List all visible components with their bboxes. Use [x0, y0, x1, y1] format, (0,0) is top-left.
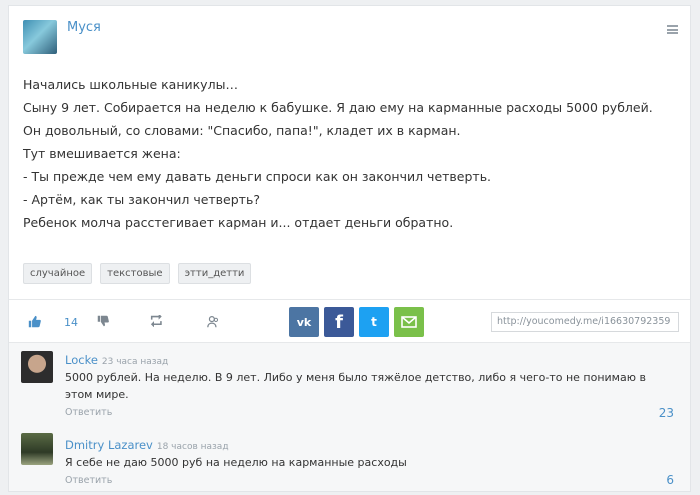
tag[interactable]: текстовые — [100, 263, 170, 284]
comment-time: 23 часа назад — [101, 357, 169, 367]
share-link-field[interactable]: http://youcomedy.me/i16630792359 — [491, 312, 679, 332]
comments-section: Locke 23 часа назад 5000 рублей. На недел… — [9, 343, 690, 491]
likes-count: 14 — [64, 316, 78, 329]
vk-icon[interactable]: vk — [289, 307, 319, 337]
avatar[interactable] — [21, 433, 53, 465]
post-line: Сыну 9 лет. Собирается на неделю к бабуш… — [23, 100, 653, 138]
post-line: Ребенок молча расстегивает карман и... о… — [23, 215, 454, 230]
repost-icon[interactable] — [150, 313, 164, 330]
email-icon[interactable] — [394, 307, 424, 337]
comment-text: Я себе не даю 5000 руб на неделю на карм… — [65, 456, 407, 469]
thumbs-up-icon[interactable] — [28, 315, 41, 331]
post-line: - Ты прежде чем ему давать деньги спроси… — [23, 169, 492, 184]
facebook-icon[interactable]: f — [324, 307, 354, 337]
tag[interactable]: случайное — [23, 263, 93, 284]
reply-link[interactable]: Ответить — [65, 475, 112, 486]
comment-author: Locke 23 часа назад — [65, 353, 168, 367]
tag-list: случайное текстовые этти_детти — [23, 263, 252, 284]
comment-author: Dmitry Lazarev 18 часов назад — [65, 438, 229, 452]
comment-author-name[interactable]: Locke — [65, 353, 98, 367]
comment-likes-count[interactable]: 23 — [659, 406, 674, 420]
post-text: Начались школьные каникулы… Сыну 9 лет. … — [23, 73, 673, 234]
menu-icon[interactable] — [667, 25, 678, 34]
comment-text: 5000 рублей. На неделю. В 9 лет. Либо у … — [65, 371, 646, 401]
post-line: Тут вмешивается жена: — [23, 146, 181, 161]
comment-time: 18 часов назад — [156, 442, 229, 452]
comment-author-name[interactable]: Dmitry Lazarev — [65, 438, 153, 452]
post-card: Муся Начались школьные каникулы… Сыну 9 … — [8, 5, 691, 492]
post-line: Начались школьные каникулы… — [23, 77, 238, 92]
tag[interactable]: этти_детти — [177, 263, 252, 284]
comment-likes-count[interactable]: 6 — [666, 473, 674, 487]
avatar[interactable] — [21, 351, 53, 383]
group-icon[interactable] — [207, 315, 220, 331]
action-bar: 14 vk f t http://youcomedy.me/i166307923… — [9, 300, 690, 342]
post-line: - Артём, как ты закончил четверть? — [23, 192, 260, 207]
reply-link[interactable]: Ответить — [65, 407, 112, 418]
author-name[interactable]: Муся — [67, 20, 101, 35]
author-avatar[interactable] — [23, 20, 57, 54]
twitter-icon[interactable]: t — [359, 307, 389, 337]
thumbs-down-icon[interactable] — [97, 315, 109, 330]
